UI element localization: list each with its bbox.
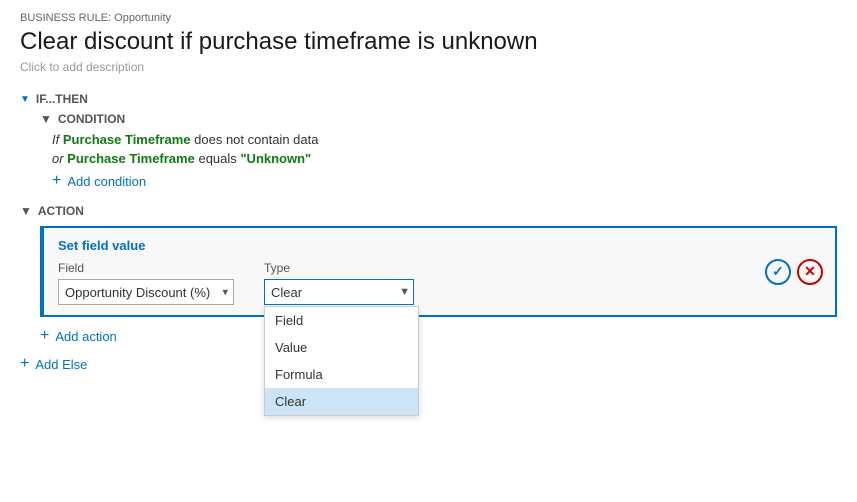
field-group: Field Opportunity Discount (%) xyxy=(58,261,234,305)
if-then-label: IF...THEN xyxy=(36,92,88,106)
add-action-label: Add action xyxy=(55,329,116,344)
add-action-button[interactable]: + Add action xyxy=(40,327,837,345)
confirm-button[interactable]: ✓ xyxy=(765,259,791,285)
action-section: ▼ ACTION Set field value Field Opportuni… xyxy=(20,204,837,345)
condition-1-operator: does not contain data xyxy=(194,132,318,147)
dropdown-item-clear[interactable]: Clear xyxy=(265,388,418,415)
add-else-plus-icon: + xyxy=(20,355,29,373)
condition-2-prefix: or xyxy=(52,151,67,166)
page: BUSINESS RULE: Opportunity Clear discoun… xyxy=(0,0,857,502)
field-label: Field xyxy=(58,261,234,275)
condition-header: ▼ CONDITION xyxy=(40,112,837,126)
action-card-title: Set field value xyxy=(58,238,821,253)
action-card: Set field value Field Opportunity Discou… xyxy=(40,226,837,317)
add-condition-button[interactable]: + Add condition xyxy=(52,172,837,190)
field-select-wrapper[interactable]: Opportunity Discount (%) xyxy=(58,279,234,305)
if-then-arrow[interactable]: ▼ xyxy=(20,94,30,105)
field-row: Field Opportunity Discount (%) Type ▼ Fi… xyxy=(58,261,821,305)
dropdown-item-value[interactable]: Value xyxy=(265,334,418,361)
action-label: ACTION xyxy=(38,204,84,218)
dropdown-item-field[interactable]: Field xyxy=(265,307,418,334)
if-then-section: ▼ IF...THEN xyxy=(20,92,837,106)
type-input[interactable] xyxy=(264,279,414,305)
add-action-plus-icon: + xyxy=(40,327,49,345)
add-condition-label: Add condition xyxy=(67,174,146,189)
condition-section: ▼ CONDITION If Purchase Timeframe does n… xyxy=(40,112,837,190)
condition-2-operator: equals xyxy=(198,151,240,166)
condition-line-1: If Purchase Timeframe does not contain d… xyxy=(52,132,837,147)
condition-arrow[interactable]: ▼ xyxy=(40,112,52,126)
type-dropdown-menu: Field Value Formula Clear xyxy=(264,306,419,416)
action-arrow[interactable]: ▼ xyxy=(20,204,32,218)
action-header: ▼ ACTION xyxy=(20,204,837,218)
add-else-label: Add Else xyxy=(35,357,87,372)
field-select[interactable]: Opportunity Discount (%) xyxy=(58,279,234,305)
condition-1-prefix: If xyxy=(52,132,63,147)
condition-2-value: "Unknown" xyxy=(240,151,311,166)
cancel-button[interactable]: ✕ xyxy=(797,259,823,285)
condition-label: CONDITION xyxy=(58,112,125,126)
condition-2-field: Purchase Timeframe xyxy=(67,151,195,166)
page-title: Clear discount if purchase timeframe is … xyxy=(20,28,837,56)
breadcrumb: BUSINESS RULE: Opportunity xyxy=(20,12,837,24)
type-input-wrapper: ▼ Field Value Formula Clear xyxy=(264,279,414,305)
condition-line-2: or Purchase Timeframe equals "Unknown" xyxy=(52,151,837,166)
type-group: Type ▼ Field Value Formula Clear xyxy=(264,261,414,305)
page-description[interactable]: Click to add description xyxy=(20,60,837,74)
type-label: Type xyxy=(264,261,414,275)
add-condition-plus-icon: + xyxy=(52,172,61,190)
add-else-button[interactable]: + Add Else xyxy=(20,355,837,373)
action-icons: ✓ ✕ xyxy=(765,259,823,285)
condition-1-field: Purchase Timeframe xyxy=(63,132,191,147)
dropdown-item-formula[interactable]: Formula xyxy=(265,361,418,388)
